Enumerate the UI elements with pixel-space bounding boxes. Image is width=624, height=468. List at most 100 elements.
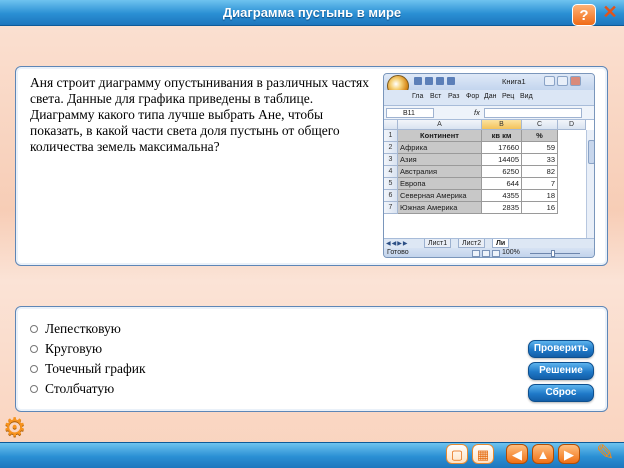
vertical-scrollbar <box>586 130 594 238</box>
table-cell: 16 <box>522 202 558 214</box>
table-cell: 59 <box>522 142 558 154</box>
table-header-cell: Континент <box>398 130 482 142</box>
name-box: B11 <box>386 108 434 118</box>
table-cell: Европа <box>398 178 482 190</box>
sheet-tab: Лист1 <box>424 239 452 248</box>
table-cell: 7 <box>522 178 558 190</box>
page-icon-button[interactable]: ▢ <box>446 444 468 464</box>
close-x-icon: ✕ <box>602 2 618 22</box>
reset-button[interactable]: Сброс <box>528 384 594 402</box>
row-header: 2 <box>384 142 398 154</box>
help-button[interactable]: ? <box>572 4 596 26</box>
normal-view-icon <box>472 250 480 257</box>
check-button[interactable]: Проверить <box>528 340 594 358</box>
quick-access-toolbar <box>414 77 474 87</box>
radio-icon[interactable] <box>30 325 38 333</box>
page-layout-icon <box>482 250 490 257</box>
excel-titlebar: Книга1 <box>384 74 594 90</box>
answer-label: Лепестковую <box>45 321 121 336</box>
row-header: 3 <box>384 154 398 166</box>
status-text: Готово <box>387 249 409 256</box>
question-mark-icon: ? <box>579 7 589 24</box>
table-header-cell: кв км <box>482 130 522 142</box>
column-header: B <box>482 120 522 130</box>
close-button[interactable]: ✕ <box>599 1 621 23</box>
maximize-icon <box>557 76 568 86</box>
row-header: 5 <box>384 178 398 190</box>
redo-icon <box>436 77 444 85</box>
print-icon <box>447 77 455 85</box>
table-cell: 17660 <box>482 142 522 154</box>
pencil-icon[interactable]: ✎ <box>596 440 614 466</box>
grid-menu-button[interactable]: ▦ <box>472 444 494 464</box>
zoom-level: 100% <box>502 249 520 256</box>
bottom-bar <box>0 442 624 468</box>
formula-input <box>484 108 582 118</box>
forward-arrow-button[interactable]: ▶ <box>558 444 580 464</box>
radio-icon[interactable] <box>30 345 38 353</box>
ribbon-tab: Рец <box>502 93 515 100</box>
table-cell: 644 <box>482 178 522 190</box>
table-cell: 33 <box>522 154 558 166</box>
question-panel: Аня строит диаграмму опустынивания в раз… <box>15 66 608 266</box>
zoom-slider <box>530 253 580 254</box>
excel-close-icon <box>570 76 581 86</box>
column-header: D <box>558 120 586 130</box>
ribbon-tabs: Гла Вст Раз Фор Дан Рец Вид <box>384 90 594 106</box>
table-cell: 18 <box>522 190 558 202</box>
fx-icon: fx <box>474 108 480 117</box>
workbook-name: Книга1 <box>502 77 526 86</box>
answers-panel: Лепестковую Круговую Точечный график Сто… <box>15 306 608 412</box>
answer-option[interactable]: Точечный график <box>30 360 146 378</box>
table-cell: 2835 <box>482 202 522 214</box>
radio-icon[interactable] <box>30 385 38 393</box>
table-cell: 14405 <box>482 154 522 166</box>
column-header: A <box>398 120 482 130</box>
sheet-tab: Лист2 <box>458 239 486 248</box>
gear-icon[interactable]: ⚙ <box>3 413 31 441</box>
row-header: 1 <box>384 130 398 142</box>
back-arrow-button[interactable]: ◀ <box>506 444 528 464</box>
sheet-tab-active: Ли <box>492 239 510 248</box>
table-cell: Африка <box>398 142 482 154</box>
answer-label: Точечный график <box>45 361 146 376</box>
row-header: 4 <box>384 166 398 178</box>
save-icon <box>414 77 422 85</box>
corner-header <box>384 120 398 130</box>
sheet-nav-icon: ◀◀▶▶ <box>386 241 409 247</box>
column-header: C <box>522 120 558 130</box>
table-cell: Азия <box>398 154 482 166</box>
ribbon-tab: Фор <box>466 93 480 100</box>
minimize-icon <box>544 76 555 86</box>
sheet-tabs-bar: ◀◀▶▶ Лист1 Лист2 Ли <box>384 238 594 248</box>
answer-option[interactable]: Столбчатую <box>30 380 114 398</box>
up-arrow-button[interactable]: ▲ <box>532 444 554 464</box>
table-cell: Южная Америка <box>398 202 482 214</box>
ribbon-tab: Вст <box>430 93 442 100</box>
spreadsheet-grid: A B C D 1 2 3 4 5 6 7 Континент кв км % … <box>384 120 594 238</box>
row-header: 7 <box>384 202 398 214</box>
window-title: Диаграмма пустынь в мире <box>222 5 402 20</box>
formula-bar: B11 fx <box>384 106 594 120</box>
radio-icon[interactable] <box>30 365 38 373</box>
table-cell: Северная Америка <box>398 190 482 202</box>
question-text: Аня строит диаграмму опустынивания в раз… <box>30 75 369 154</box>
table-header-cell: % <box>522 130 558 142</box>
table-cell: 4355 <box>482 190 522 202</box>
excel-statusbar: Готово 100% <box>384 248 594 257</box>
ribbon-tab: Дан <box>484 93 497 100</box>
page-break-icon <box>492 250 500 257</box>
ribbon-tab: Раз <box>448 93 460 100</box>
zoom-knob <box>551 250 555 257</box>
undo-icon <box>425 77 433 85</box>
answer-label: Столбчатую <box>45 381 115 396</box>
ribbon-tab: Гла <box>412 93 424 100</box>
excel-screenshot: Книга1 Гла Вст Раз Фор Дан Рец Вид B11 f… <box>383 73 595 258</box>
answer-option[interactable]: Лепестковую <box>30 320 121 338</box>
answer-label: Круговую <box>45 341 103 356</box>
table-cell: 82 <box>522 166 558 178</box>
table-cell: 6250 <box>482 166 522 178</box>
scroll-thumb <box>588 140 594 164</box>
solution-button[interactable]: Решение <box>528 362 594 380</box>
answer-option[interactable]: Круговую <box>30 340 102 358</box>
